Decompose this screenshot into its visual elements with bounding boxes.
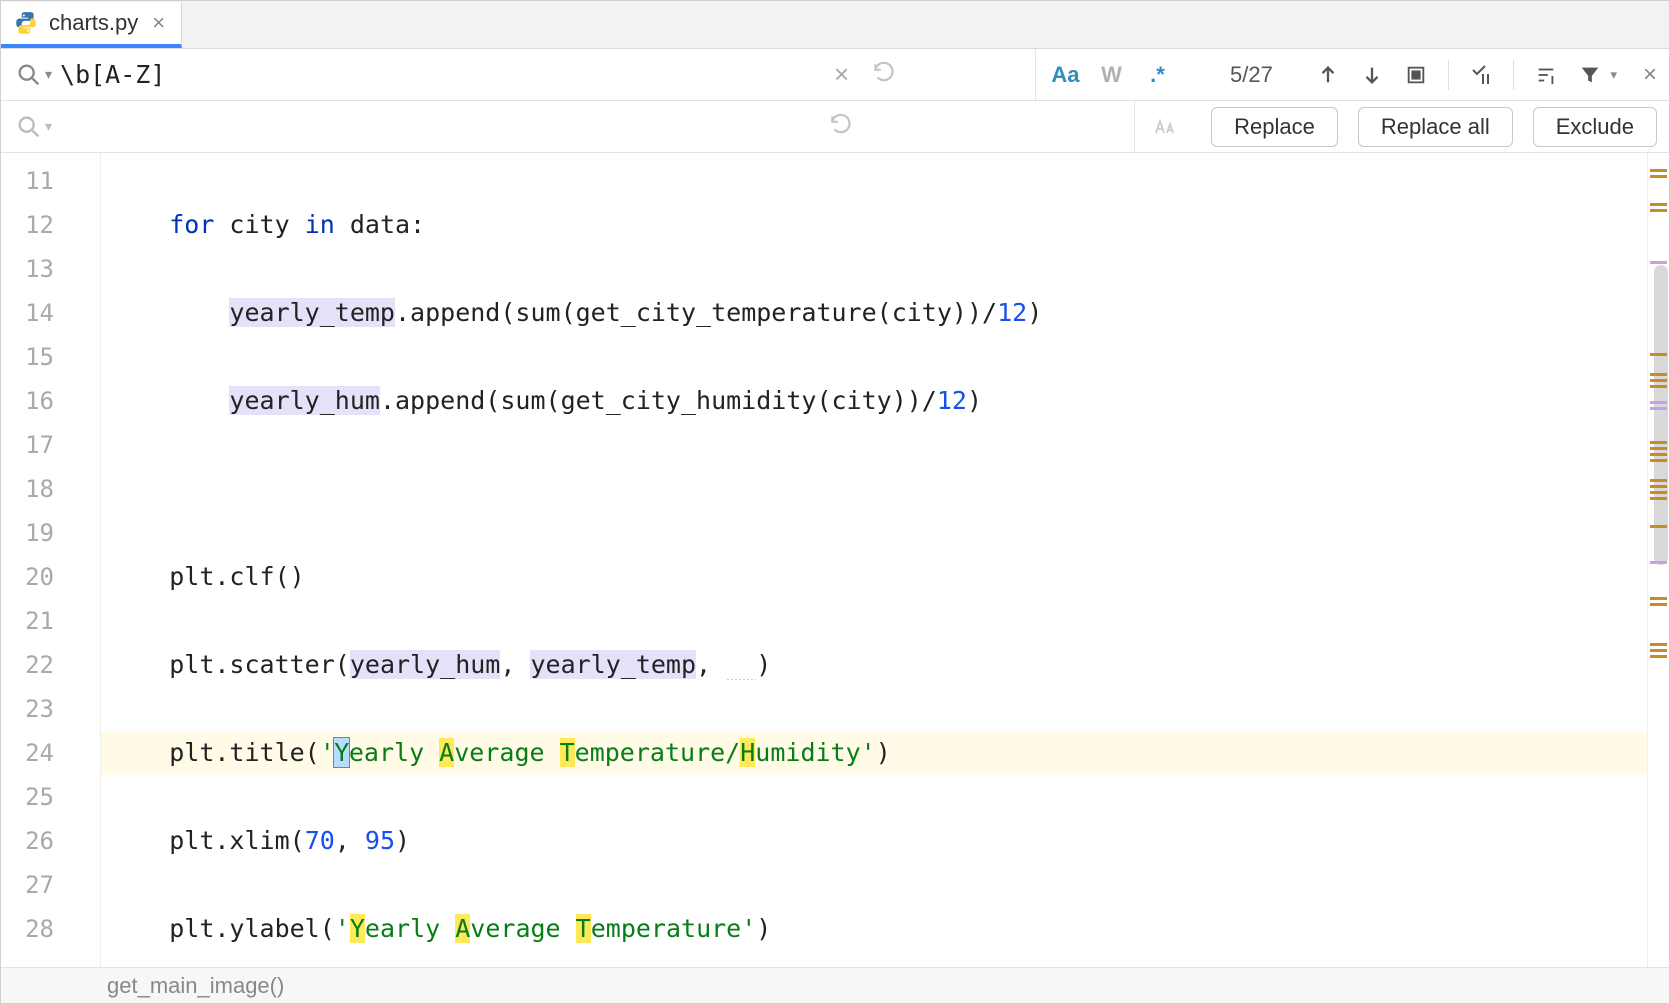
match-case-toggle[interactable]: Aa [1046, 57, 1084, 93]
next-match-icon[interactable] [1354, 57, 1390, 93]
search-chevron-icon[interactable]: ▾ [45, 66, 52, 83]
whole-words-toggle[interactable]: W [1092, 57, 1130, 93]
editor-area: 11 12 13 14 15 16 17 18 19 20 21 22 23 2… [1, 153, 1669, 967]
add-selection-to-next-icon[interactable] [1463, 57, 1499, 93]
replace-chevron-icon[interactable]: ▾ [45, 118, 52, 135]
match-count: 5/27 [1216, 62, 1286, 88]
line-number: 28 [1, 907, 100, 951]
line-number: 16 [1, 379, 100, 423]
show-filter-popup-icon[interactable] [1528, 57, 1564, 93]
breadcrumb-item[interactable]: get_main_image() [107, 973, 284, 999]
file-tab[interactable]: charts.py × [1, 2, 182, 48]
search-icon[interactable] [15, 61, 43, 89]
breadcrumb-bar[interactable]: get_main_image() [1, 967, 1669, 1003]
divider [1513, 60, 1514, 90]
replace-bar: ▾ Replace Replace all Exclude [1, 101, 1669, 153]
line-number: 15 [1, 335, 100, 379]
exclude-button[interactable]: Exclude [1533, 107, 1657, 147]
select-all-occurrences-icon[interactable] [1398, 57, 1434, 93]
line-number: 11 [1, 159, 100, 203]
replace-history-icon[interactable] [828, 111, 854, 142]
filter-chevron-icon[interactable]: ▾ [1610, 67, 1617, 83]
divider [1448, 60, 1449, 90]
tab-bar: charts.py × [1, 1, 1669, 49]
line-number: 24 [1, 731, 100, 775]
line-number: 14 [1, 291, 100, 335]
line-number: 23 [1, 687, 100, 731]
search-history-icon[interactable] [871, 59, 897, 90]
error-stripe[interactable] [1647, 153, 1669, 967]
line-number: 21 [1, 599, 100, 643]
close-tab-icon[interactable]: × [148, 10, 169, 36]
line-number: 17 [1, 423, 100, 467]
line-number: 12 [1, 203, 100, 247]
close-search-panel-icon[interactable]: × [1643, 61, 1657, 89]
line-number-gutter[interactable]: 11 12 13 14 15 16 17 18 19 20 21 22 23 2… [1, 153, 101, 967]
replace-input[interactable] [60, 112, 820, 141]
find-bar: ▾ × Aa W .* 5/27 [1, 49, 1669, 101]
code-editor[interactable]: for city in data: yearly_temp.append(sum… [101, 153, 1647, 967]
line-number: 27 [1, 863, 100, 907]
replace-search-icon[interactable] [15, 113, 43, 141]
filter-icon[interactable] [1572, 57, 1608, 93]
search-input[interactable] [60, 60, 820, 89]
tab-filename: charts.py [49, 10, 138, 36]
preserve-case-toggle[interactable] [1145, 109, 1183, 145]
previous-match-icon[interactable] [1310, 57, 1346, 93]
line-number: 18 [1, 467, 100, 511]
line-number: 26 [1, 819, 100, 863]
line-number: 25 [1, 775, 100, 819]
replace-button[interactable]: Replace [1211, 107, 1338, 147]
clear-search-icon[interactable]: × [834, 59, 849, 90]
python-file-icon [13, 10, 39, 36]
line-number: 20 [1, 555, 100, 599]
line-number: 13 [1, 247, 100, 291]
line-number: 19 [1, 511, 100, 555]
scrollbar-thumb[interactable] [1654, 265, 1668, 565]
replace-all-button[interactable]: Replace all [1358, 107, 1513, 147]
line-number: 22 [1, 643, 100, 687]
regex-toggle[interactable]: .* [1138, 57, 1176, 93]
